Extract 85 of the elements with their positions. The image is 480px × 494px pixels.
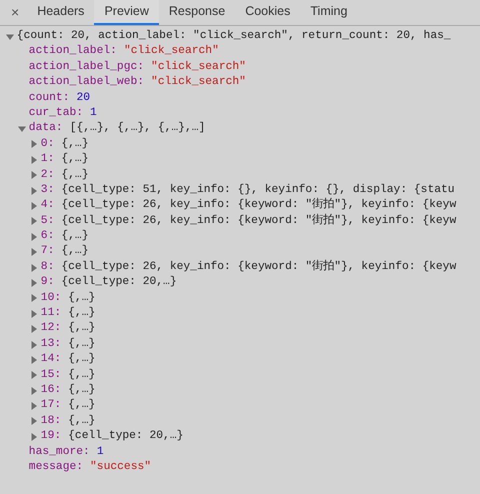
expand-triangle-icon[interactable] xyxy=(30,186,38,195)
property-key: 3: xyxy=(40,182,54,198)
expand-triangle-icon[interactable] xyxy=(30,417,38,426)
property-key: 4: xyxy=(40,198,54,214)
expand-triangle-icon[interactable] xyxy=(30,171,38,180)
property-value: {cell_type: 26, key_info: {keyword: "街拍"}, keyinfo: {keyw xyxy=(61,198,456,214)
property-key: 7: xyxy=(40,244,54,260)
collapse-triangle-icon[interactable] xyxy=(18,125,26,134)
tab[interactable]: Timing xyxy=(300,0,358,25)
property-key: count: xyxy=(28,90,70,106)
property-key: action_label: xyxy=(28,44,117,60)
expand-triangle-icon[interactable] xyxy=(30,140,38,148)
property-value: "success" xyxy=(90,460,152,475)
expand-triangle-icon[interactable] xyxy=(30,325,38,334)
property-value: {,…} xyxy=(61,168,88,183)
collapse-triangle-icon[interactable] xyxy=(6,32,14,41)
property-value: {,…} xyxy=(61,229,88,244)
property-key: 14: xyxy=(40,352,62,368)
property-value: {,…} xyxy=(68,414,96,429)
expand-triangle-icon[interactable] xyxy=(30,356,38,364)
property-value: {,…} xyxy=(68,336,96,352)
property-key: 18: xyxy=(40,414,62,430)
property-key: data: xyxy=(28,121,63,137)
property-key: 0: xyxy=(40,136,54,152)
property-value: {,…} xyxy=(68,306,96,322)
expand-triangle-icon[interactable] xyxy=(30,340,38,348)
property-value: {,…} xyxy=(68,368,96,383)
property-key: message: xyxy=(28,460,84,476)
property-key: action_label_pgc: xyxy=(28,60,144,76)
property-key: 11: xyxy=(40,306,62,322)
property-value: {,…} xyxy=(61,136,88,152)
property-key: 1: xyxy=(40,152,54,168)
property-value: {cell_type: 20,…} xyxy=(68,429,184,444)
expand-triangle-icon[interactable] xyxy=(30,371,38,380)
property-key: cur_tab: xyxy=(28,106,84,122)
property-key: 16: xyxy=(40,382,62,398)
expand-triangle-icon[interactable] xyxy=(30,264,38,272)
property-key: 17: xyxy=(40,398,62,414)
property-key: 2: xyxy=(40,168,54,183)
property-value: {cell_type: 26, key_info: {keyword: "街拍"}, keyinfo: {keyw xyxy=(61,214,456,229)
expand-triangle-icon[interactable] xyxy=(30,432,38,441)
property-value: "click_search" xyxy=(151,60,246,75)
property-key: 13: xyxy=(40,336,62,352)
expand-triangle-icon[interactable] xyxy=(30,217,38,226)
property-value: {cell_type: 26, key_info: {keyword: "街拍"}, keyinfo: {keyw xyxy=(61,260,456,275)
tab[interactable]: Response xyxy=(158,0,236,25)
property-value: {,…} xyxy=(68,321,96,336)
property-value: {cell_type: 20,…} xyxy=(61,275,177,290)
property-value: 1 xyxy=(96,444,104,460)
expand-triangle-icon[interactable] xyxy=(30,232,38,241)
expand-triangle-icon[interactable] xyxy=(30,402,38,410)
property-value: {,…} xyxy=(68,290,96,306)
property-value: "click_search" xyxy=(124,44,219,60)
property-key: 6: xyxy=(40,229,54,244)
close-button[interactable]: × xyxy=(3,0,28,25)
property-key: 12: xyxy=(40,321,62,337)
expand-triangle-icon[interactable] xyxy=(30,294,38,302)
property-value: 1 xyxy=(90,106,97,121)
tab[interactable]: Cookies xyxy=(235,0,300,25)
property-value: 20 xyxy=(76,90,90,106)
expand-triangle-icon[interactable] xyxy=(30,310,38,318)
expand-triangle-icon[interactable] xyxy=(30,386,38,395)
property-key: has_more: xyxy=(28,444,90,460)
object-preview: {count: 20, action_label: "click_search", return_count: 20, has_ xyxy=(16,29,451,44)
property-value: "click_search" xyxy=(151,75,246,90)
property-value: {,…} xyxy=(61,244,88,260)
property-value: {,…} xyxy=(68,398,96,414)
expand-triangle-icon[interactable] xyxy=(30,156,38,164)
property-key: 15: xyxy=(40,368,62,383)
property-key: action_label_web: xyxy=(28,75,144,91)
tab[interactable]: Preview xyxy=(94,0,159,25)
expand-triangle-icon[interactable] xyxy=(30,202,38,210)
property-key: 8: xyxy=(40,260,54,276)
property-value: [{,…}, {,…}, {,…},…] xyxy=(70,121,206,136)
property-key: 5: xyxy=(40,214,54,230)
property-value: {,…} xyxy=(68,352,96,368)
property-key: 9: xyxy=(40,275,54,291)
tab[interactable]: Headers xyxy=(27,0,94,25)
expand-triangle-icon[interactable] xyxy=(30,248,38,256)
property-value: {,…} xyxy=(68,382,96,398)
property-value: {,…} xyxy=(61,152,88,168)
property-value: {cell_type: 51, key_info: {}, keyinfo: {}, display: {statu xyxy=(61,182,455,198)
property-key: 10: xyxy=(40,290,62,306)
expand-triangle-icon[interactable] xyxy=(30,278,38,287)
property-key: 19: xyxy=(40,429,62,445)
